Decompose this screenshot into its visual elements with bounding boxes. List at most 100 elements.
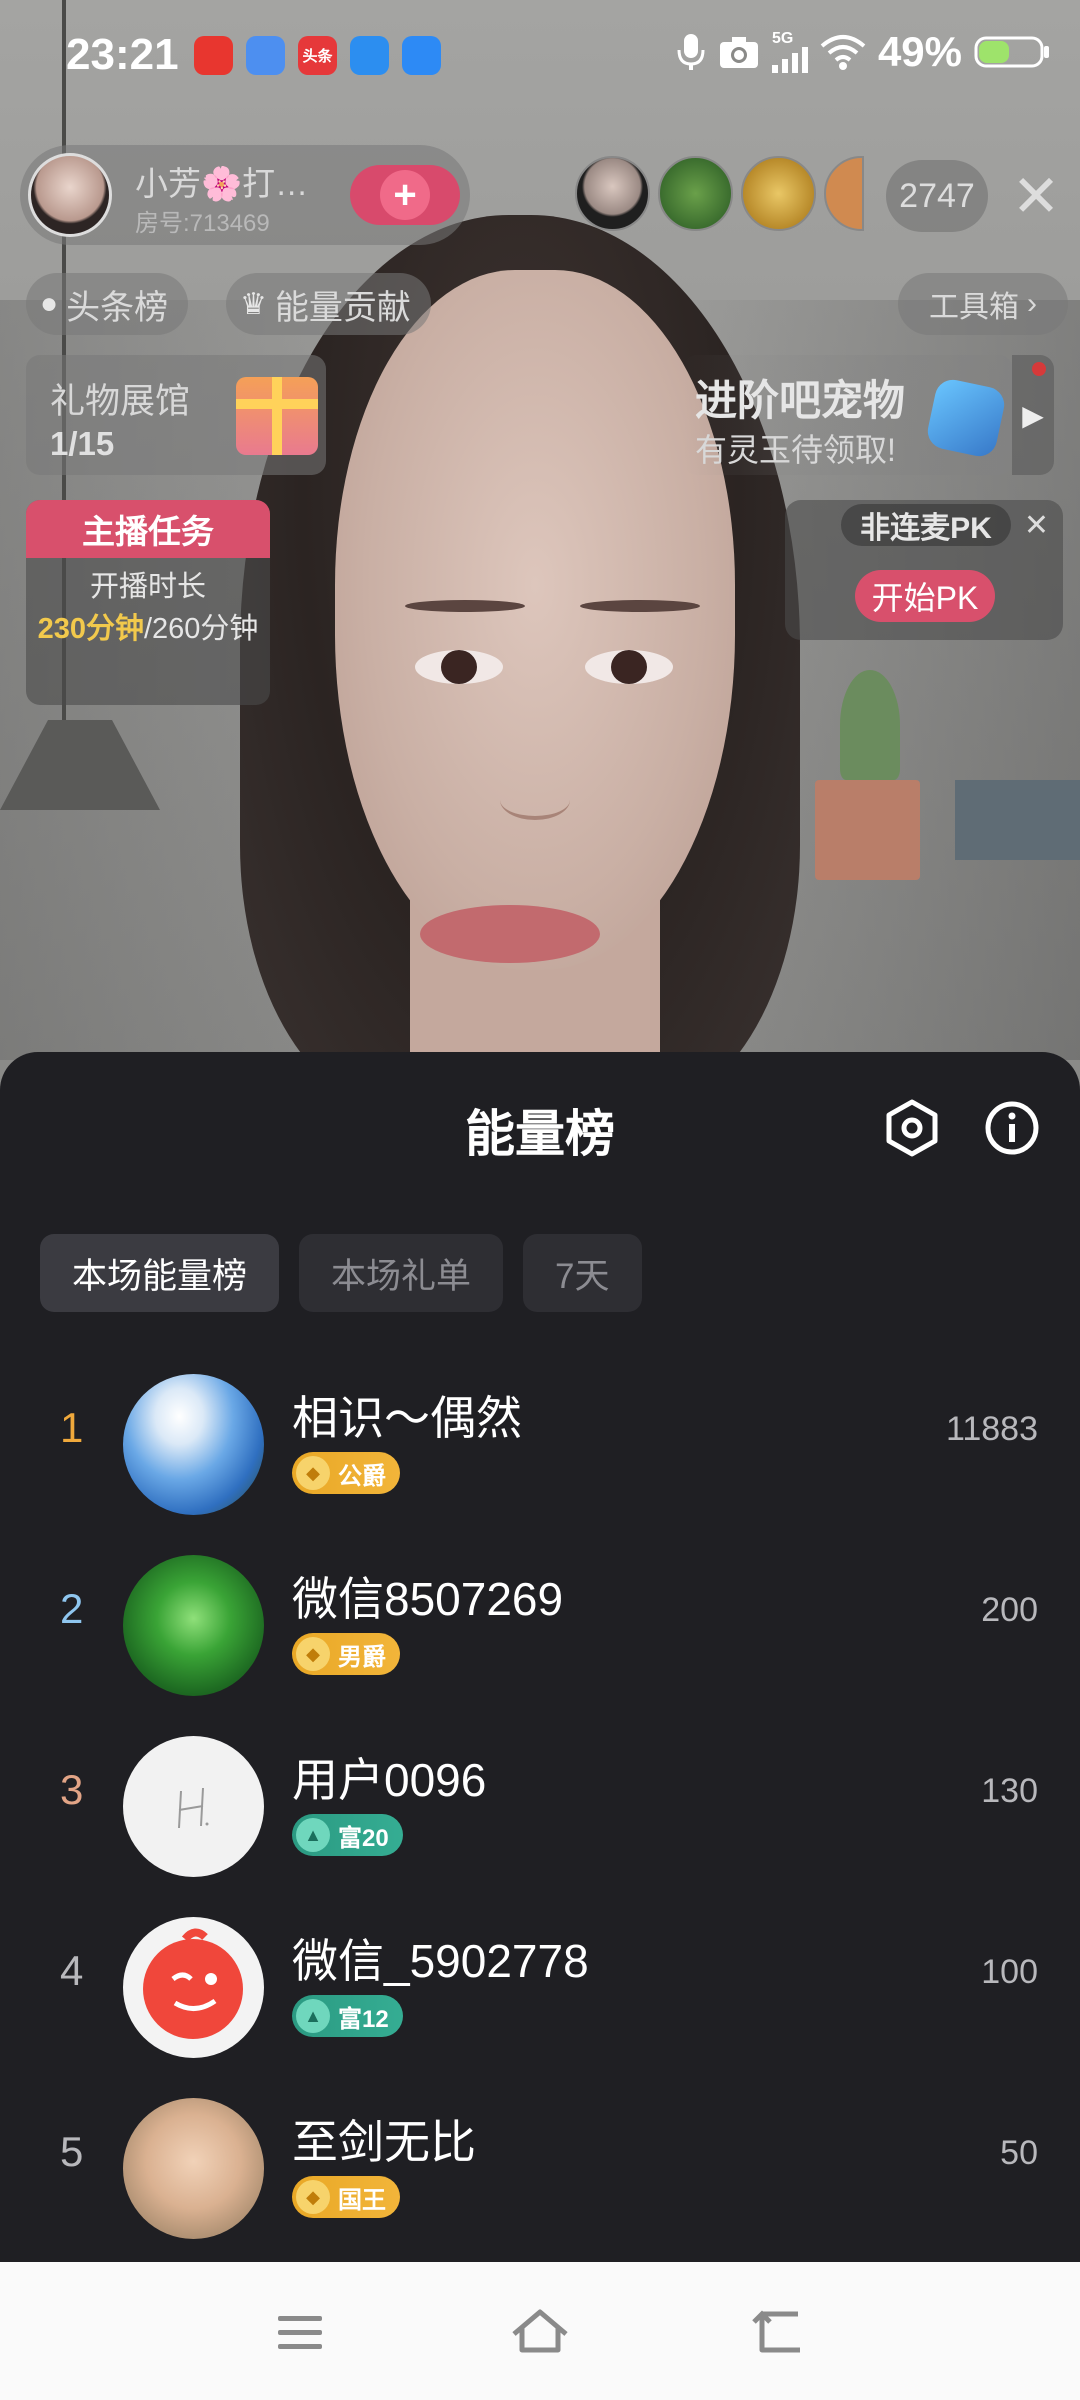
host-avatar[interactable]: [28, 153, 112, 237]
energy-score: 50: [1000, 2134, 1038, 2172]
diamond-icon: ◆: [296, 2180, 330, 2214]
tab-1[interactable]: 本场礼单: [299, 1234, 504, 1312]
follow-button[interactable]: +: [350, 165, 460, 225]
rank-number: 4: [60, 1947, 84, 1994]
user-name: 微信_5902778: [292, 1935, 589, 1987]
diamond-icon: ◆: [296, 1637, 330, 1671]
status-indicators: 5G 49%: [676, 28, 1050, 76]
diamond-icon: ◆: [296, 1456, 330, 1490]
ranking-row[interactable]: 2 微信8507269 ◆ 男爵 200: [0, 1533, 1080, 1714]
energy-score: 11883: [945, 1410, 1038, 1448]
energy-score: 130: [981, 1772, 1038, 1810]
wifi-icon: [820, 35, 866, 70]
level-badge: ▲ 富12: [292, 1995, 403, 2037]
settings-hexagon-icon[interactable]: [880, 1096, 944, 1160]
camera-icon: [719, 37, 758, 68]
pk-card: 非连麦PK ✕ 开始PK: [785, 500, 1063, 640]
ranking-tabs: 本场能量榜 本场礼单 7天: [40, 1234, 642, 1312]
energy-score: 100: [981, 1953, 1038, 1991]
level-badge: ◆ 男爵: [292, 1633, 400, 1675]
streamer-lips: [420, 905, 600, 963]
viewer-count[interactable]: 2747: [886, 160, 988, 232]
plant-pot: [815, 780, 920, 880]
user-avatar[interactable]: [123, 1374, 264, 1515]
pet-banner[interactable]: 进阶吧宠物 有灵玉待领取!: [683, 355, 1013, 475]
ranking-row[interactable]: 1 相识～偶然 ◆ 公爵 11883: [0, 1352, 1080, 1533]
rank-number: 1: [60, 1404, 84, 1451]
network-5g-icon: 5G: [771, 31, 808, 73]
ranking-row[interactable]: 3 用户0096 ▲ 富20 130: [0, 1714, 1080, 1895]
mic-icon: [677, 34, 705, 70]
viewer-avatar[interactable]: [741, 156, 816, 231]
ranking-row[interactable]: 4 微信_5902778 ▲ 富12 100: [0, 1895, 1080, 2076]
crown-icon: ♛: [240, 287, 267, 321]
headline-rank-chip[interactable]: ● 头条榜: [26, 273, 189, 335]
host-name: 小芳🌸打…: [135, 165, 309, 202]
gift-box-icon: [236, 377, 318, 455]
user-avatar[interactable]: [123, 1555, 264, 1696]
energy-score: 200: [981, 1591, 1038, 1629]
battery-icon: [974, 36, 1049, 68]
user-name: 至剑无比: [292, 2116, 476, 2168]
notification-icons: 头条: [194, 36, 441, 75]
huawei-appgallery-icon: [194, 36, 233, 75]
rank-number: 5: [60, 2128, 84, 2175]
viewer-avatars: [575, 156, 864, 231]
user-avatar[interactable]: [123, 1917, 264, 2058]
user-name: 用户0096: [292, 1754, 487, 1806]
plant: [840, 670, 900, 780]
host-info[interactable]: 小芳🌸打… 房号:713469 +: [20, 145, 470, 245]
heart-plus-icon: +: [380, 170, 430, 220]
energy-ranking-sheet: 能量榜 本场能量榜 本场礼单 7天 1 相识～偶然 ◆ 公爵 11883 2 微信8507269…: [0, 1052, 1080, 2262]
user-avatar[interactable]: [123, 1736, 264, 1877]
tab-2[interactable]: 7天: [523, 1234, 642, 1312]
flame-icon: ●: [40, 287, 59, 320]
status-bar: 23:21 头条 5G 49%: [0, 0, 1080, 112]
anchor-task-card[interactable]: 主播任务 开播时长 230分钟/260分钟: [26, 500, 270, 705]
triangle-icon: ▲: [296, 1999, 330, 2033]
energy-contribution-chip[interactable]: ♛ 能量贡献: [226, 273, 431, 335]
ranking-row[interactable]: 5 至剑无比 ◆ 国王 50: [0, 2076, 1080, 2257]
viewer-avatar[interactable]: [575, 156, 650, 231]
chevron-right-icon: ›: [1027, 287, 1037, 320]
rank-number: 3: [60, 1766, 84, 1813]
level-badge: ◆ 国王: [292, 2176, 400, 2218]
viewer-avatar[interactable]: [658, 156, 733, 231]
back-icon[interactable]: [748, 2300, 812, 2364]
user-name: 微信8507269: [292, 1573, 564, 1625]
browser-icon: [402, 36, 441, 75]
ranking-list: 1 相识～偶然 ◆ 公爵 11883 2 微信8507269 ◆ 男爵 200 3 用户0096 ▲ 富2…: [0, 1352, 1080, 2257]
rank-number: 2: [60, 1585, 84, 1632]
badge-label: 男爵: [338, 1643, 386, 1671]
close-icon[interactable]: ✕: [1024, 508, 1049, 543]
notification-dot: [1032, 362, 1046, 376]
level-badge: ▲ 富20: [292, 1814, 403, 1856]
start-pk-button[interactable]: 开始PK: [855, 570, 995, 622]
streamer-face: [335, 270, 735, 970]
room-number: 房号:713469: [135, 210, 270, 237]
status-time: 23:21: [66, 30, 179, 79]
battery-percent: 49%: [877, 28, 962, 75]
home-icon[interactable]: [508, 2300, 572, 2364]
triangle-icon: ▲: [296, 1818, 330, 1852]
weather-icon: [350, 36, 389, 75]
user-name: 相识～偶然: [292, 1392, 522, 1444]
badge-label: 富12: [338, 2005, 389, 2033]
viewer-avatar[interactable]: [824, 156, 864, 231]
menu-icon[interactable]: [268, 2300, 332, 2364]
toolbox-button[interactable]: 工具箱 ›: [898, 273, 1068, 335]
system-nav-bar: [0, 2262, 1080, 2400]
tab-0[interactable]: 本场能量榜: [40, 1234, 280, 1312]
gift-gallery[interactable]: 礼物展馆 1/15: [26, 355, 326, 475]
shelf: [955, 780, 1080, 860]
close-icon[interactable]: ✕: [1005, 160, 1067, 232]
badge-label: 富20: [338, 1824, 389, 1852]
badge-label: 国王: [338, 2186, 386, 2214]
toutiao-icon: 头条: [298, 36, 337, 75]
music-app-icon: [246, 36, 285, 75]
badge-label: 公爵: [338, 1462, 386, 1490]
user-avatar[interactable]: [123, 2098, 264, 2239]
info-icon[interactable]: [980, 1096, 1044, 1160]
pet-gem-icon: [924, 376, 1008, 460]
level-badge: ◆ 公爵: [292, 1452, 400, 1494]
